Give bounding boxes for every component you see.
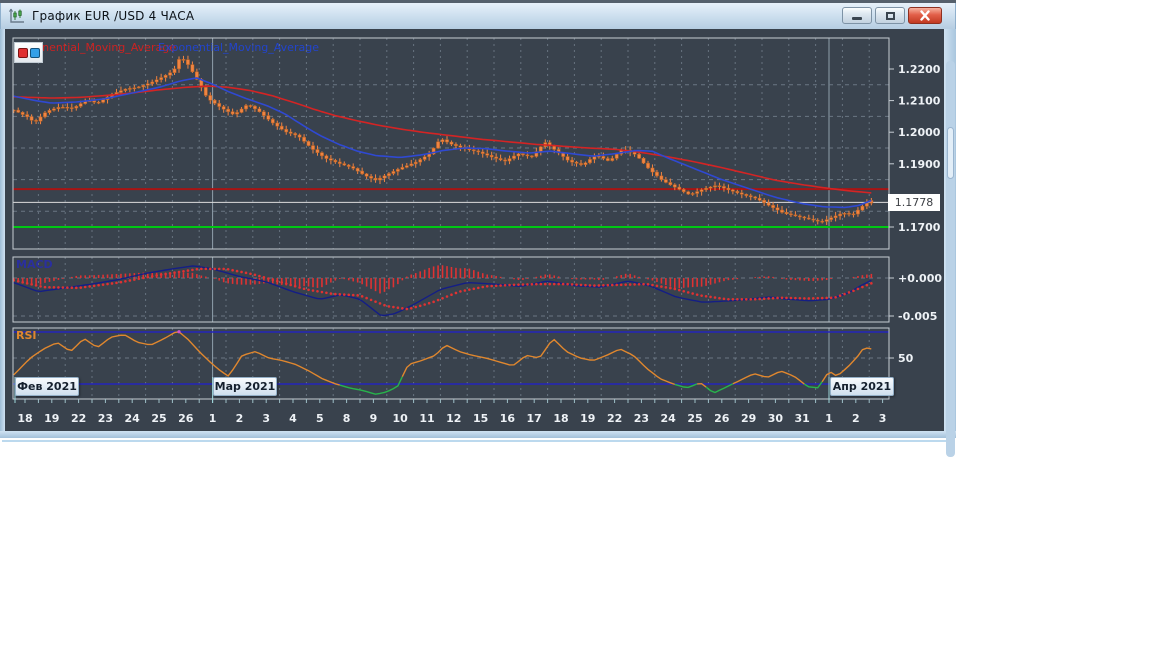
maximize-icon	[885, 11, 895, 20]
chart-window: График EUR /USD 4 ЧАСА 1.2200 1.2100 1.200…	[0, 0, 956, 457]
svg-text:26: 26	[714, 412, 730, 425]
svg-text:24: 24	[661, 412, 677, 425]
svg-text:1.1900: 1.1900	[898, 158, 941, 171]
svg-text:23: 23	[98, 412, 113, 425]
svg-text:29: 29	[741, 412, 756, 425]
chart-app-icon	[8, 8, 26, 24]
svg-text:31: 31	[795, 412, 810, 425]
window-titlebar[interactable]: График EUR /USD 4 ЧАСА	[0, 3, 956, 29]
ema-red-legend-chip[interactable]	[17, 47, 28, 58]
svg-text:17: 17	[527, 412, 542, 425]
svg-text:24: 24	[125, 412, 141, 425]
svg-text:25: 25	[687, 412, 702, 425]
month-label-mar[interactable]: Мар 2021	[213, 377, 277, 396]
svg-text:8: 8	[343, 412, 351, 425]
month-label-apr[interactable]: Апр 2021	[830, 377, 894, 396]
svg-text:22: 22	[607, 412, 622, 425]
svg-text:4: 4	[289, 412, 297, 425]
close-button[interactable]	[908, 7, 942, 24]
svg-text:12: 12	[446, 412, 461, 425]
rsi-panel-label: RSI	[16, 329, 37, 342]
svg-text:5: 5	[316, 412, 324, 425]
svg-text:16: 16	[500, 412, 516, 425]
svg-text:9: 9	[370, 412, 378, 425]
ema-blue-legend-label: Exponential_Moving_Average	[158, 41, 319, 54]
svg-text:1: 1	[825, 412, 833, 425]
svg-text:1: 1	[209, 412, 217, 425]
ema-blue-legend-chip[interactable]	[29, 47, 40, 58]
svg-text:2: 2	[852, 412, 860, 425]
svg-text:11: 11	[419, 412, 434, 425]
svg-text:22: 22	[71, 412, 86, 425]
window-title: График EUR /USD 4 ЧАСА	[32, 9, 195, 23]
svg-text:1.2100: 1.2100	[898, 95, 941, 108]
chart-client-area[interactable]: 1.2200 1.2100 1.2000 1.1900 1.1700 +0.000 -0.0…	[5, 29, 955, 457]
close-icon	[920, 10, 930, 21]
svg-text:18: 18	[17, 412, 32, 425]
svg-text:-0.005: -0.005	[898, 310, 937, 323]
window-controls	[842, 7, 942, 24]
price-chart-canvas[interactable]: 1.2200 1.2100 1.2000 1.1900 1.1700 +0.000 -0.0…	[5, 29, 944, 431]
svg-text:15: 15	[473, 412, 488, 425]
current-price-tag: 1.1778	[888, 194, 940, 211]
svg-text:1.1700: 1.1700	[898, 221, 941, 234]
legend-chip-box	[14, 42, 43, 63]
vertical-scrollbar[interactable]	[946, 61, 955, 457]
macd-panel-label: MACD	[16, 258, 53, 271]
svg-text:3: 3	[262, 412, 270, 425]
window-border-bottom	[0, 431, 956, 438]
svg-text:10: 10	[393, 412, 409, 425]
svg-text:1.2000: 1.2000	[898, 126, 941, 139]
svg-text:2: 2	[236, 412, 244, 425]
svg-text:25: 25	[151, 412, 166, 425]
minimize-button[interactable]	[842, 7, 872, 24]
svg-text:1.2200: 1.2200	[898, 63, 941, 76]
scrollbar-thumb[interactable]	[947, 127, 954, 179]
svg-text:26: 26	[178, 412, 194, 425]
minimize-icon	[852, 17, 862, 20]
svg-text:18: 18	[553, 412, 568, 425]
svg-text:19: 19	[580, 412, 595, 425]
svg-text:3: 3	[879, 412, 887, 425]
window-bottom-shadow	[2, 440, 955, 442]
svg-text:50: 50	[898, 352, 914, 365]
svg-text:23: 23	[634, 412, 649, 425]
month-label-feb[interactable]: Фев 2021	[15, 377, 79, 396]
svg-text:19: 19	[44, 412, 59, 425]
maximize-button[interactable]	[875, 7, 905, 24]
svg-text:30: 30	[768, 412, 784, 425]
svg-text:+0.000: +0.000	[898, 272, 942, 285]
